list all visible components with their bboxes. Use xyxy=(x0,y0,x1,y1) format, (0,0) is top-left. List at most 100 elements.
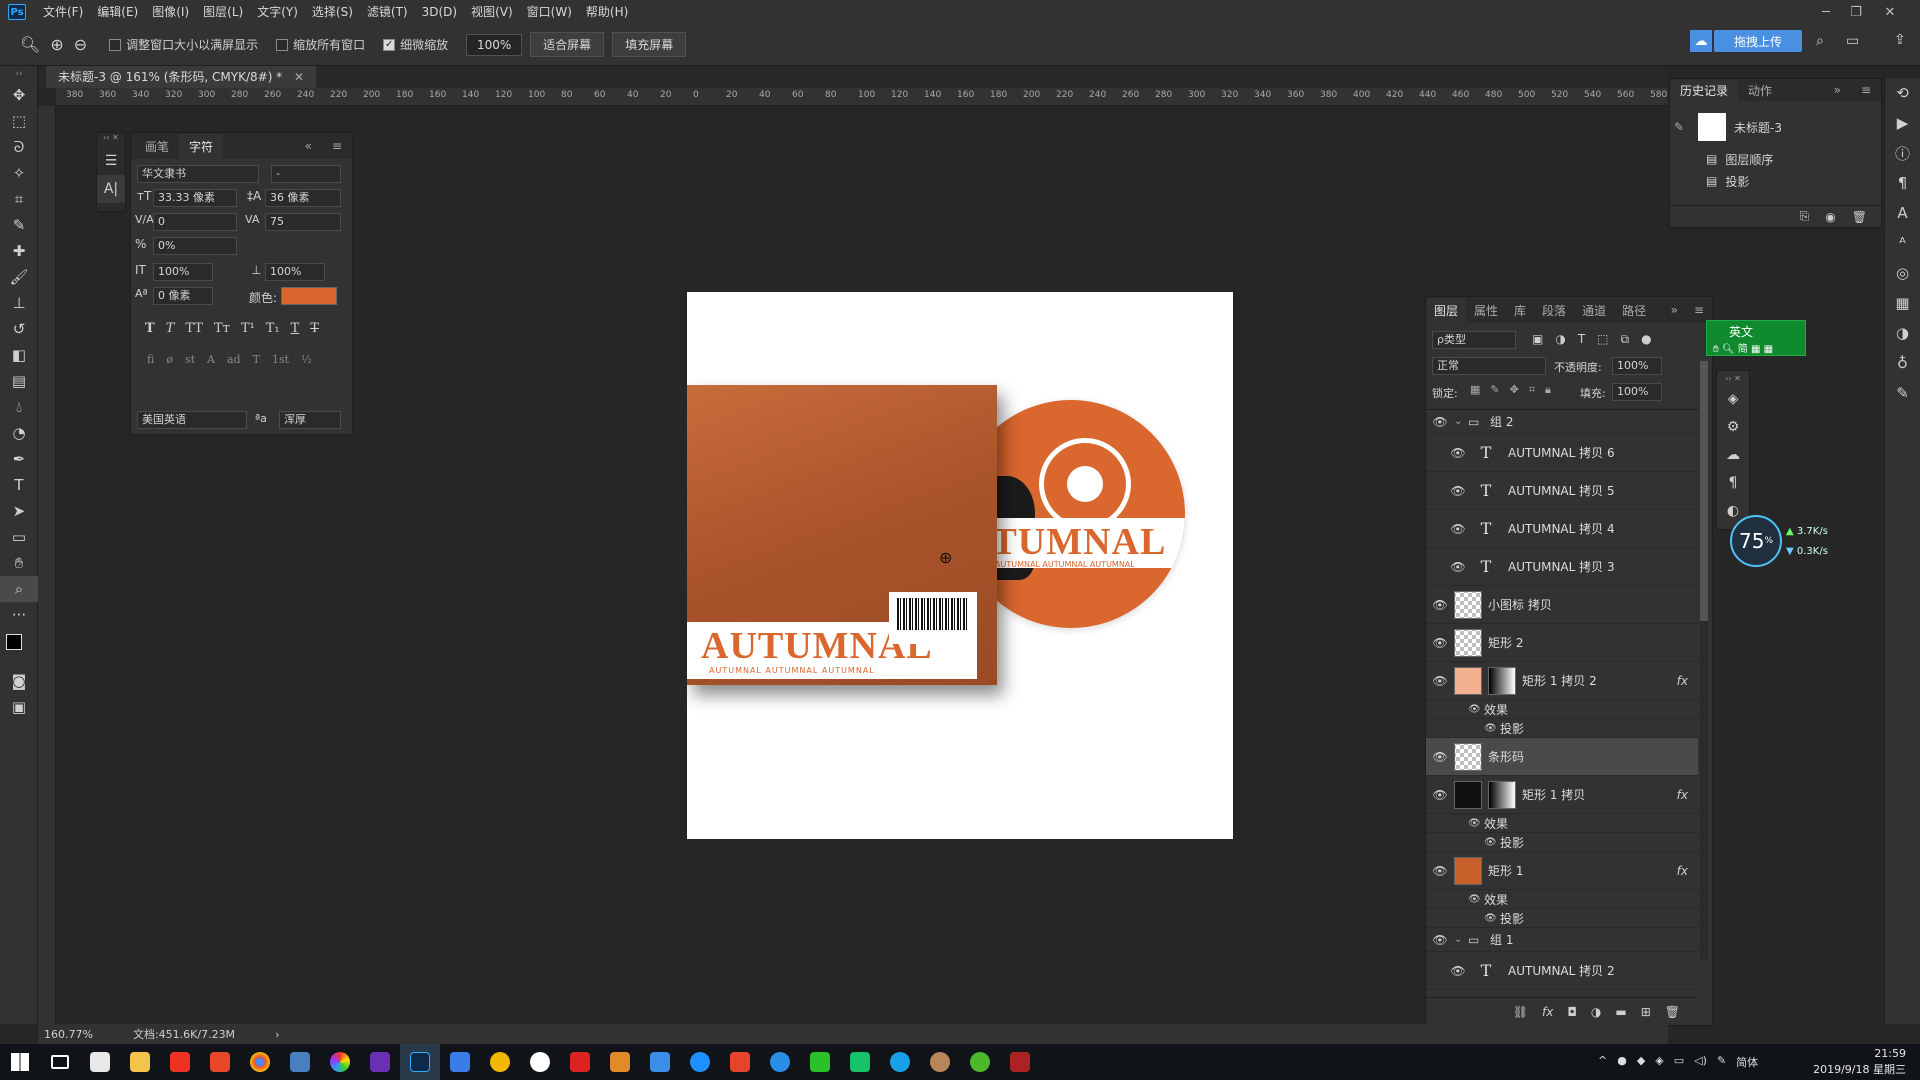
zoom-percent-input[interactable]: 100% xyxy=(466,33,523,56)
tray-app-icon[interactable]: ◈ xyxy=(1655,1054,1663,1070)
effect-eye-icon[interactable]: 👁︎ xyxy=(1484,723,1500,734)
old-style-button[interactable]: ø xyxy=(166,353,173,366)
zoom-tool-icon[interactable]: 🔍︎ xyxy=(20,35,40,54)
history-menu-icon[interactable]: ≡ xyxy=(1851,81,1881,99)
shield-icon[interactable]: ◆ xyxy=(1637,1054,1645,1070)
titling-button[interactable]: T xyxy=(253,353,260,366)
type-tool-icon[interactable]: T xyxy=(0,472,38,498)
baseline-input[interactable]: 0 像素 xyxy=(153,287,213,305)
panel-collapse-icon[interactable]: « xyxy=(295,135,322,157)
tab-channels[interactable]: 通道 xyxy=(1574,298,1614,323)
fill-input[interactable]: 100% xyxy=(1612,383,1662,401)
visibility-eye-icon[interactable]: 👁︎ xyxy=(1444,964,1472,978)
effect-eye-icon[interactable]: 👁︎ xyxy=(1468,818,1484,829)
document-tab[interactable]: 未标题-3 @ 161% (条形码, CMYK/8#) * ✕ xyxy=(46,66,317,88)
layer-group-row[interactable]: 👁︎ ⌄ ▭ 组 2 xyxy=(1426,410,1698,434)
menu-window[interactable]: 窗口(W) xyxy=(520,0,579,24)
app-icon[interactable] xyxy=(960,1044,1000,1080)
menu-layer[interactable]: 图层(L) xyxy=(196,0,250,24)
adjustment-layer-icon[interactable]: ◑ xyxy=(1591,1005,1601,1019)
document-canvas[interactable]: UTUMNAL AUTUMNAL AUTUMNAL AUTUMNAL AUTUM… xyxy=(687,292,1233,839)
foreground-color[interactable] xyxy=(6,634,22,650)
healing-brush-icon[interactable]: ✚ xyxy=(0,238,38,264)
opacity-input[interactable]: 100% xyxy=(1612,357,1662,375)
dock-collapse-icon[interactable]: ›› ✕ xyxy=(97,133,125,147)
stamp-tool-icon[interactable]: ⊥ xyxy=(0,290,38,316)
gradient-tool-icon[interactable]: ▤ xyxy=(0,368,38,394)
small-caps-button[interactable]: Tт xyxy=(214,321,230,336)
system-clock[interactable]: 21:59 2019/9/18 星期三 xyxy=(1813,1046,1906,1078)
app-icon[interactable] xyxy=(920,1044,960,1080)
layer-row[interactable]: 👁︎ T AUTUMNAL 拷贝 4 xyxy=(1426,510,1698,548)
visibility-eye-icon[interactable]: 👁︎ xyxy=(1444,560,1472,574)
shape-tool-icon[interactable]: ▭ xyxy=(0,524,38,550)
pen-tool-icon[interactable]: ✒ xyxy=(0,446,38,472)
font-style-select[interactable]: - xyxy=(271,165,341,183)
paragraph-icon[interactable]: ¶ xyxy=(1885,168,1920,198)
trash-icon[interactable]: 🗑︎ xyxy=(1852,210,1867,224)
visibility-eye-icon[interactable]: 👁︎ xyxy=(1444,446,1472,460)
layer-row[interactable]: 👁︎ T AUTUMNAL 拷贝 2 xyxy=(1426,952,1698,990)
fit-screen-button[interactable]: 适合屏幕 xyxy=(530,32,605,57)
file-explorer-icon[interactable] xyxy=(120,1044,160,1080)
app-icon[interactable] xyxy=(760,1044,800,1080)
tracking-input[interactable]: 75 xyxy=(265,213,341,231)
layer-mask-thumbnail[interactable] xyxy=(1488,780,1516,809)
app-icon[interactable] xyxy=(480,1044,520,1080)
app-icon[interactable] xyxy=(520,1044,560,1080)
color-app-icon[interactable] xyxy=(320,1044,360,1080)
status-arrow-icon[interactable]: › xyxy=(275,1028,279,1041)
history-snapshot[interactable]: ✎ 未标题-3 xyxy=(1670,113,1870,141)
layer-group-row[interactable]: 👁︎ ⌄ ▭ 组 1 xyxy=(1426,928,1698,952)
group-chevron-icon[interactable]: ⌄ xyxy=(1454,934,1468,945)
magic-wand-icon[interactable]: ✧ xyxy=(0,160,38,186)
layer-effect-row[interactable]: 👁︎ 效果 xyxy=(1426,890,1698,909)
move-tool-icon[interactable]: ✥ xyxy=(0,82,38,108)
app-icon[interactable] xyxy=(600,1044,640,1080)
character-icon[interactable]: A| xyxy=(97,175,125,203)
windows-start-icon[interactable] xyxy=(0,1044,40,1080)
menu-view[interactable]: 视图(V) xyxy=(464,0,520,24)
layers-collapse-icon[interactable]: » xyxy=(1663,299,1686,321)
photoshop-taskbar-icon[interactable] xyxy=(400,1044,440,1080)
layer-fx-badge[interactable]: fx xyxy=(1677,788,1688,802)
layers-scroll-thumb[interactable] xyxy=(1700,361,1708,621)
more-tools-icon[interactable]: ··· xyxy=(0,602,38,628)
fill-screen-button[interactable]: 填充屏幕 xyxy=(612,32,687,57)
path-select-icon[interactable]: ➤ xyxy=(0,498,38,524)
layer-effect-row[interactable]: 👁︎ 投影 xyxy=(1426,719,1698,738)
layer-row[interactable]: 👁︎ T AUTUMNAL 拷贝 5 xyxy=(1426,472,1698,510)
visibility-eye-icon[interactable]: 👁︎ xyxy=(1444,484,1472,498)
pen-icon[interactable]: ✎ xyxy=(1717,1054,1726,1070)
menu-file[interactable]: 文件(F) xyxy=(36,0,90,24)
visibility-eye-icon[interactable]: 👁︎ xyxy=(1426,636,1454,650)
paragraph-icon[interactable]: ¶ xyxy=(1717,469,1749,497)
tsume-input[interactable]: 0% xyxy=(153,237,237,255)
ordinals-button[interactable]: 1st xyxy=(272,353,289,366)
visibility-eye-icon[interactable]: 👁︎ xyxy=(1426,750,1454,764)
effect-eye-icon[interactable]: 👁︎ xyxy=(1468,894,1484,905)
workspace-icon[interactable]: ▭ xyxy=(1846,33,1859,49)
layer-row[interactable]: 👁︎ T AUTUMNAL 拷贝 3 xyxy=(1426,548,1698,586)
fractions-button[interactable]: ½ xyxy=(301,353,312,366)
minimize-icon[interactable]: ─ xyxy=(1812,0,1840,24)
eraser-tool-icon[interactable]: ◧ xyxy=(0,342,38,368)
share-icon[interactable]: ⇪ xyxy=(1894,32,1906,48)
shape-filter-icon[interactable]: ⬚ xyxy=(1597,332,1608,347)
network-icon[interactable]: ▭ xyxy=(1674,1054,1684,1070)
info-icon[interactable]: ⓘ xyxy=(1885,138,1920,168)
history-item[interactable]: ▤ 图层顺序 xyxy=(1670,149,1870,169)
vertical-scale-input[interactable]: 100% xyxy=(153,263,213,281)
layers-menu-icon[interactable]: ≡ xyxy=(1686,299,1712,321)
pixel-filter-icon[interactable]: ▣ xyxy=(1532,332,1543,347)
visibility-eye-icon[interactable]: 👁︎ xyxy=(1426,933,1454,947)
screen-mode-icon[interactable]: ▣ xyxy=(0,694,38,720)
scrubby-zoom-checkbox[interactable]: ✓ 细微缩放 xyxy=(383,36,448,53)
swatches-icon[interactable]: ▦ xyxy=(1885,288,1920,318)
visibility-eye-icon[interactable]: 👁︎ xyxy=(1426,864,1454,878)
tab-close-icon[interactable]: ✕ xyxy=(294,70,304,84)
adjustments-icon[interactable]: ◑ xyxy=(1885,318,1920,348)
faux-bold-button[interactable]: T xyxy=(145,321,155,336)
layer-fx-badge[interactable]: fx xyxy=(1677,674,1688,688)
3d-icon[interactable]: ◎ xyxy=(1885,258,1920,288)
